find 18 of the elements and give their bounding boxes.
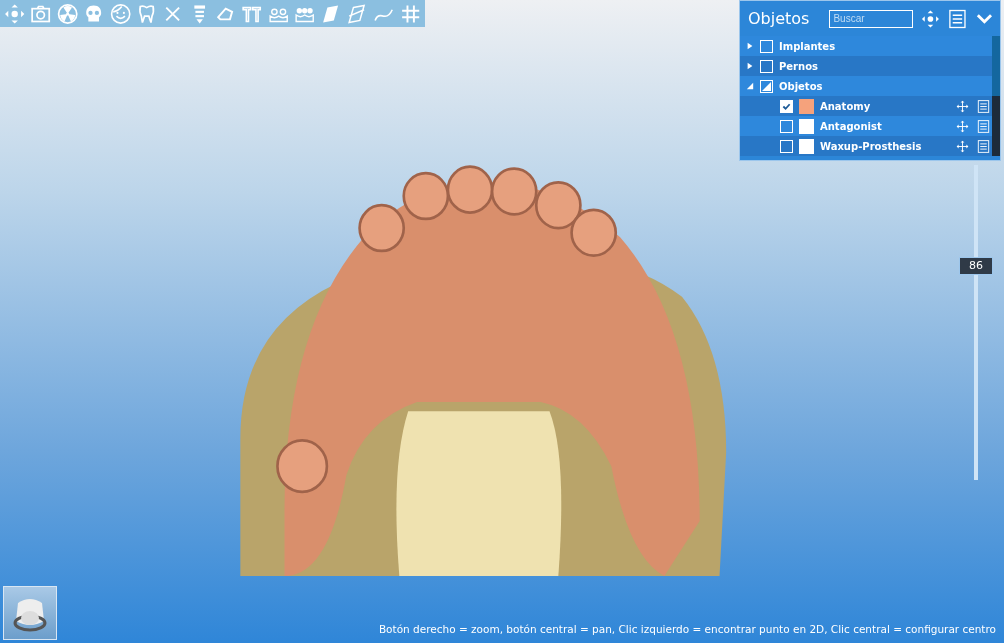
panel-title: Objetos (748, 9, 810, 28)
tree-row[interactable]: Antagonist (740, 116, 992, 136)
search-field[interactable]: Buscar (829, 9, 914, 28)
group-label: Pernos (779, 60, 818, 72)
group-label: Objetos (779, 80, 823, 92)
group-label: Implantes (779, 40, 836, 52)
tree-row[interactable]: Implantes (740, 36, 992, 56)
slider-thumb[interactable]: 86 (959, 256, 993, 275)
slider-track[interactable]: 86 (958, 165, 994, 480)
object-label: Anatomy (820, 100, 871, 112)
tree-row[interactable]: Pernos (740, 56, 992, 76)
object-label: Waxup-Prosthesis (820, 140, 922, 152)
tree-row[interactable]: Anatomy (740, 96, 992, 116)
tree-row[interactable]: Objetos (740, 76, 992, 96)
tree-row[interactable]: Waxup-Prosthesis (740, 136, 992, 156)
slider-value: 86 (969, 259, 983, 273)
object-label: Antagonist (820, 120, 882, 132)
status-hint: Botón derecho = zoom, botón central = pan, Clic izquierdo = encontrar punto en 2D, Clic central = configurar centro (378, 623, 996, 635)
